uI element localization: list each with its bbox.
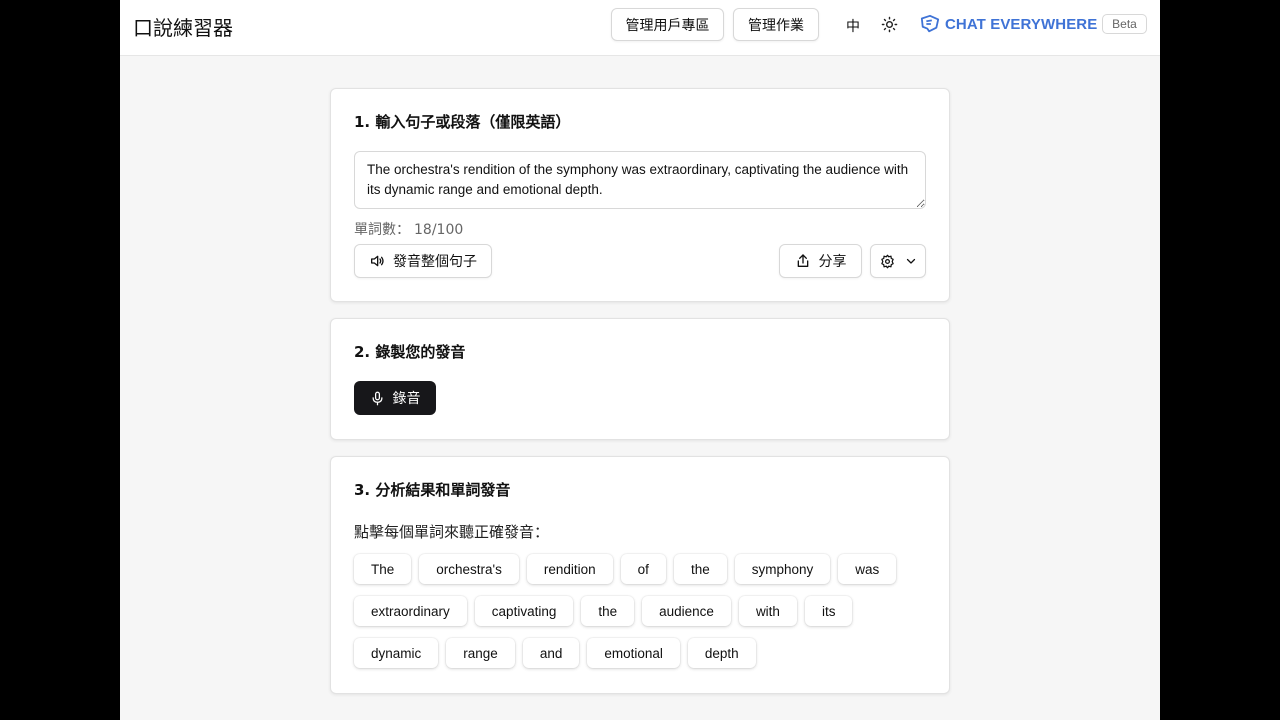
record-section-card: 2. 錄製您的發音 錄音: [330, 318, 950, 440]
sentence-input[interactable]: The orchestra's rendition of the symphon…: [354, 151, 926, 209]
word-chip[interactable]: emotional: [587, 638, 680, 668]
sun-icon[interactable]: [881, 16, 898, 33]
share-label: 分享: [818, 254, 847, 270]
word-chip[interactable]: its: [804, 596, 853, 626]
word-chip[interactable]: the: [673, 554, 727, 584]
top-header: 口說練習器 管理用戶專區 管理作業 中 CHAT EVERYWHERE Beta: [120, 0, 1160, 56]
app-title: 口說練習器: [133, 16, 233, 40]
word-chip[interactable]: audience: [642, 596, 731, 626]
word-chip[interactable]: range: [446, 638, 515, 668]
record-label: 錄音: [392, 391, 421, 407]
beta-badge: Beta: [1102, 14, 1147, 34]
microphone-icon: [370, 391, 385, 406]
brand-chat-icon: [919, 14, 941, 34]
word-chip[interactable]: captivating: [474, 596, 574, 626]
word-chip[interactable]: symphony: [734, 554, 831, 584]
speaker-icon: [369, 253, 385, 269]
app-window: 口說練習器 管理用戶專區 管理作業 中 CHAT EVERYWHERE Beta: [120, 0, 1160, 720]
analysis-section-card: 3. 分析結果和單詞發音 點擊每個單詞來聽正確發音： The orchestra'…: [330, 456, 950, 694]
share-button[interactable]: 分享: [779, 244, 862, 278]
word-count-label: 單詞數：: [354, 222, 410, 238]
input-section-title: 1. 輸入句子或段落（僅限英語）: [354, 113, 571, 131]
manage-users-button[interactable]: 管理用戶專區: [611, 8, 724, 41]
chevron-down-icon: [905, 255, 917, 267]
input-section-card: 1. 輸入句子或段落（僅限英語） The orchestra's renditi…: [330, 88, 950, 302]
word-chip[interactable]: extraordinary: [354, 596, 467, 626]
word-chip[interactable]: and: [522, 638, 580, 668]
gear-icon: [880, 254, 895, 269]
word-chip[interactable]: of: [620, 554, 666, 584]
brand-logo[interactable]: CHAT EVERYWHERE: [919, 14, 1097, 34]
word-chip[interactable]: orchestra's: [419, 554, 519, 584]
record-button[interactable]: 錄音: [354, 381, 436, 415]
analysis-section-title: 3. 分析結果和單詞發音: [354, 481, 511, 499]
speak-sentence-button[interactable]: 發音整個句子: [354, 244, 492, 278]
manage-assignments-button[interactable]: 管理作業: [733, 8, 819, 41]
word-chip[interactable]: rendition: [526, 554, 613, 584]
record-section-title: 2. 錄製您的發音: [354, 343, 466, 361]
language-toggle[interactable]: 中: [846, 16, 860, 36]
brand-name: CHAT EVERYWHERE: [945, 15, 1098, 33]
word-pronunciation-hint: 點擊每個單詞來聽正確發音：: [354, 523, 550, 541]
share-icon: [795, 253, 811, 269]
word-chip[interactable]: the: [581, 596, 635, 626]
word-chip[interactable]: depth: [687, 638, 756, 668]
word-count: 單詞數： 18/100: [354, 219, 463, 239]
word-chip-list: The orchestra's rendition of the symphony was e…: [354, 554, 934, 668]
word-chip[interactable]: The: [354, 554, 412, 584]
speak-sentence-label: 發音整個句子: [393, 254, 477, 270]
word-count-value: 18/100: [414, 222, 464, 238]
settings-dropdown-button[interactable]: [870, 244, 926, 278]
word-chip[interactable]: dynamic: [354, 638, 439, 668]
word-chip[interactable]: with: [738, 596, 797, 626]
word-chip[interactable]: was: [838, 554, 897, 584]
